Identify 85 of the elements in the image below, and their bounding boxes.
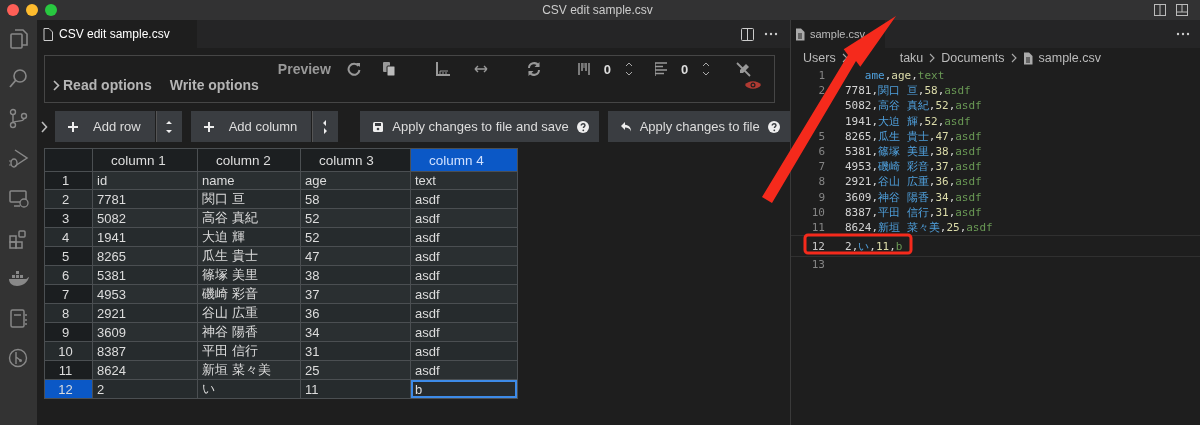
files-icon[interactable] — [7, 28, 30, 50]
breadcrumb-item[interactable]: sample.csv — [1038, 51, 1102, 65]
read-options-toggle[interactable]: Read options — [53, 77, 152, 93]
chevron-right-icon — [1010, 53, 1017, 63]
add-row-button[interactable]: Add row — [55, 111, 155, 142]
zoom-window-button[interactable] — [45, 4, 57, 16]
code-line: 8624,新垣 菜々美,25,asdf — [845, 219, 993, 235]
breadcrumb-item[interactable]: taku — [899, 51, 924, 65]
refresh-icon[interactable] — [346, 62, 361, 76]
column-width-icon[interactable] — [577, 62, 590, 76]
code-line: 8387,平田 信行,31,asdf — [845, 204, 982, 220]
line-number: 12 — [811, 239, 825, 253]
code-line: 7781,関口 亘,58,asdf — [845, 83, 971, 99]
write-options-toggle[interactable]: Write options — [169, 77, 259, 93]
code-line: 5082,高谷 真紀,52,asdf — [845, 98, 982, 114]
line-number: 2 — [818, 84, 825, 98]
more-icon[interactable] — [764, 32, 778, 36]
column-padding-value[interactable]: 0 — [603, 61, 612, 77]
search-icon[interactable] — [7, 68, 30, 90]
line-number: 10 — [811, 205, 825, 219]
minimize-window-button[interactable] — [26, 4, 38, 16]
more-icon[interactable] — [1176, 32, 1190, 36]
graph-icon[interactable] — [7, 348, 30, 370]
line-number: 7 — [818, 160, 825, 174]
stepper-icon[interactable] — [625, 61, 634, 77]
chevron-right-icon — [929, 53, 936, 63]
run-debug-icon[interactable] — [7, 148, 30, 170]
line-number: 13 — [811, 258, 825, 272]
code-line: 1941,大迫 輝,52,asdf — [845, 113, 971, 129]
breadcrumb-item[interactable]: Documents — [941, 51, 1005, 65]
sync-icon[interactable] — [526, 62, 541, 76]
resize-arrows-icon[interactable] — [473, 65, 488, 73]
apply-button[interactable]: Apply changes to file — [607, 111, 790, 142]
code-line: 4953,磯崎 彩音,37,asdf — [845, 159, 982, 175]
layout-icon[interactable] — [1176, 4, 1188, 16]
code-line: 2,い,11,b — [845, 238, 903, 254]
code-line: ame,age,text — [864, 69, 945, 83]
add-column-button[interactable]: Add column — [190, 111, 312, 142]
undo-icon — [619, 120, 632, 133]
line-number: 5 — [818, 129, 825, 143]
close-window-button[interactable] — [7, 4, 19, 16]
panel-layout-icon[interactable] — [1154, 4, 1166, 16]
chevron-right-icon — [53, 79, 60, 91]
column-header[interactable]: column 3 — [300, 148, 411, 172]
chevron-right-icon[interactable] — [41, 120, 48, 133]
code-line: 8265,瓜生 貴士,47,asdf — [845, 128, 982, 144]
eye-icon[interactable] — [745, 80, 761, 90]
row-padding-value[interactable]: 0 — [681, 61, 689, 77]
notebook-icon[interactable] — [7, 308, 30, 330]
help-icon[interactable] — [576, 120, 589, 133]
up-down-arrows-button[interactable] — [155, 111, 182, 142]
align-left-icon[interactable] — [655, 62, 668, 76]
code-line: 3609,神谷 陽香,34,asdf — [845, 189, 982, 205]
preview-label: Preview — [277, 61, 331, 77]
column-header[interactable]: column 1 — [92, 148, 198, 172]
line-number: 11 — [811, 220, 825, 234]
file-icon — [43, 27, 53, 41]
file-icon — [1022, 51, 1033, 65]
ruler-icon[interactable] — [435, 62, 450, 76]
stepper-icon[interactable] — [702, 61, 711, 77]
file-icon — [795, 27, 805, 41]
column-header[interactable]: column 2 — [197, 148, 301, 172]
code-line: 5381,篠塚 美里,38,asdf — [845, 144, 982, 160]
line-number: 6 — [818, 145, 825, 159]
branch-icon[interactable] — [7, 108, 30, 130]
plus-icon — [202, 120, 215, 133]
up-down-arrows-icon — [164, 118, 175, 135]
pen-off-icon[interactable] — [736, 61, 752, 77]
code-line: 2921,谷山 広重,36,asdf — [845, 174, 982, 190]
save-icon — [372, 120, 385, 133]
line-number: 9 — [818, 190, 825, 204]
left-right-arrows-button[interactable] — [312, 111, 339, 142]
line-number: 8 — [818, 175, 825, 189]
column-header[interactable]: column 4 — [410, 148, 518, 172]
help-icon[interactable] — [767, 120, 780, 133]
line-number: 1 — [818, 69, 825, 83]
corner-cell — [44, 148, 93, 172]
breadcrumb-item[interactable]: Users — [803, 51, 836, 65]
window-title: CSV edit sample.csv — [542, 3, 653, 17]
save-button[interactable]: Apply changes to file and save — [360, 111, 599, 142]
copy-icon[interactable] — [382, 62, 395, 76]
monitor-icon[interactable] — [7, 188, 30, 210]
editor-tab[interactable]: CSV edit sample.csv — [37, 20, 197, 48]
plus-icon — [67, 120, 79, 133]
split-editor-icon[interactable] — [741, 27, 754, 41]
